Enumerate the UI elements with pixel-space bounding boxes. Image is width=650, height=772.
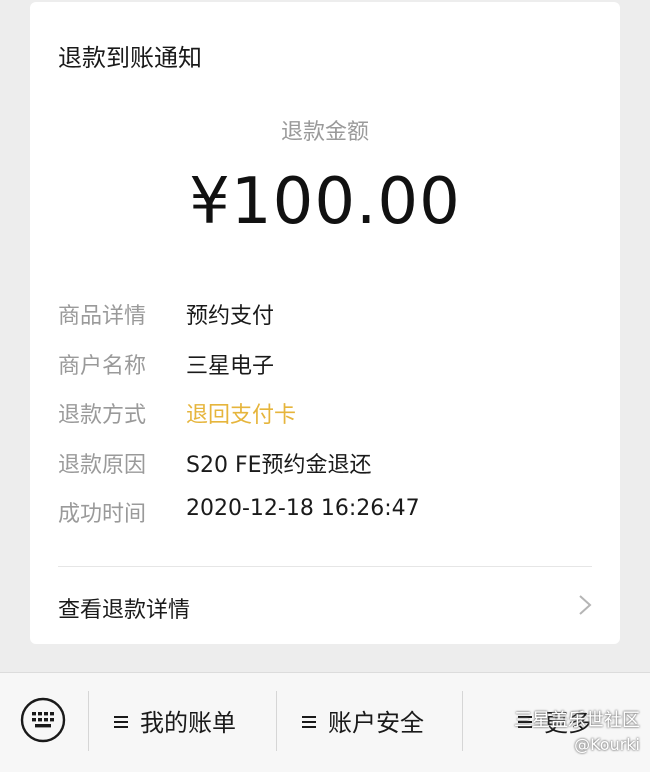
view-refund-details-label: 查看退款详情: [58, 598, 191, 623]
menu-lines-icon: [114, 716, 128, 728]
divider: [58, 566, 592, 567]
view-refund-details-link[interactable]: 查看退款详情: [30, 568, 620, 644]
amount-label: 退款金额: [280, 120, 369, 145]
keyboard-icon[interactable]: [20, 697, 66, 743]
menu-separator: [462, 691, 463, 751]
detail-value: S20 FE预约金退还: [186, 453, 372, 478]
detail-value: 预约支付: [186, 304, 275, 329]
notice-title: 退款到账通知: [58, 44, 202, 72]
menu-account-security[interactable]: 账户安全: [302, 703, 424, 743]
watermark-text: 三星盖乐世社区: [514, 710, 640, 731]
detail-value: 三星电子: [186, 354, 275, 379]
detail-key: 退款原因: [58, 453, 147, 478]
detail-row-reason: 退款原因 S20 FE预约金退还: [58, 447, 598, 483]
menu-lines-icon: [302, 716, 316, 728]
detail-key: 退款方式: [58, 403, 147, 428]
refund-notice-card: 退款到账通知 退款金额 ¥100.00 商品详情 预约支付 商户名称 三星电子 …: [30, 2, 620, 644]
detail-row-refund-method: 退款方式 退回支付卡: [58, 397, 598, 433]
detail-row-success-time: 成功时间 2020-12-18 16:26:47: [58, 496, 598, 532]
watermark: 三星盖乐世社区 @Kourki: [514, 709, 640, 757]
detail-key: 商品详情: [58, 304, 147, 329]
refund-method-link[interactable]: 退回支付卡: [186, 397, 296, 429]
menu-label: 账户安全: [328, 709, 424, 737]
menu-my-bills[interactable]: 我的账单: [114, 703, 236, 743]
detail-key: 商户名称: [58, 354, 147, 379]
menu-label: 我的账单: [140, 709, 236, 737]
menu-separator: [276, 691, 277, 751]
refund-amount: ¥100.00: [189, 165, 461, 239]
watermark-handle: @Kourki: [574, 735, 640, 754]
detail-value: 2020-12-18 16:26:47: [186, 496, 420, 521]
detail-row-merchant: 商户名称 三星电子: [58, 348, 598, 384]
bottom-menu-bar: 我的账单 账户安全 更多 三星盖乐世社区 @Kourki: [0, 672, 650, 772]
detail-key: 成功时间: [58, 502, 147, 527]
detail-row-product: 商品详情 预约支付: [58, 298, 598, 334]
menu-separator: [88, 691, 89, 751]
chevron-right-icon: [579, 595, 592, 615]
